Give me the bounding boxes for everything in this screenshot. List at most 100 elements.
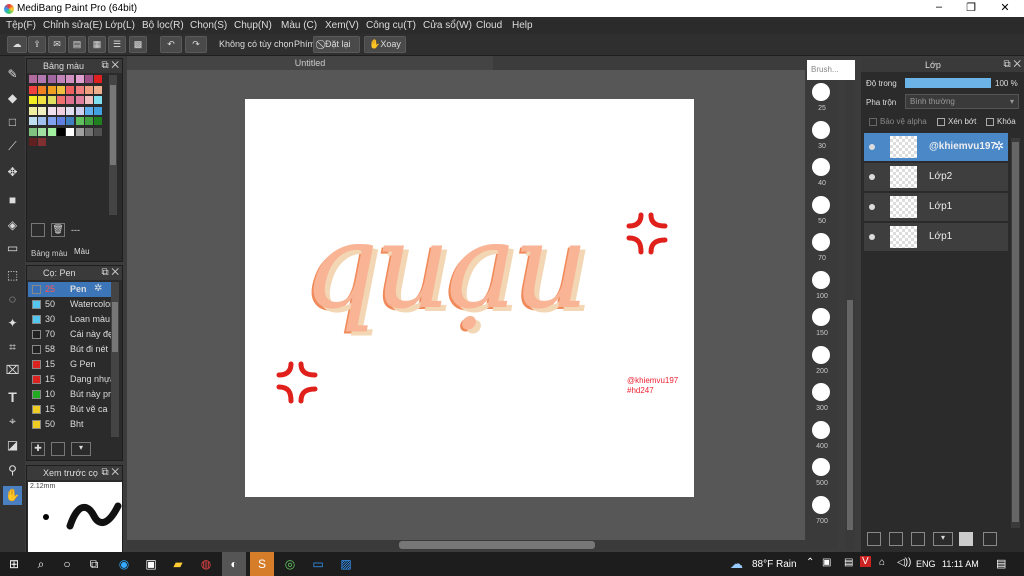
document-icon[interactable]: ▦ <box>88 36 106 53</box>
color-swatch[interactable] <box>84 85 93 94</box>
color-swatch[interactable] <box>29 96 37 104</box>
brush-tool-icon[interactable]: ✎ <box>3 65 22 84</box>
color-swatch[interactable] <box>47 75 56 83</box>
brush-size-dot[interactable] <box>812 420 830 439</box>
menu-tools[interactable]: Công cụ(T) <box>366 20 416 31</box>
color-swatch[interactable] <box>66 85 75 94</box>
layer-row[interactable]: Lớp2 <box>864 163 1008 192</box>
color-swatch[interactable] <box>29 117 37 125</box>
weather-text[interactable]: 88°F Rain <box>752 559 797 570</box>
color-swatch[interactable] <box>75 75 84 83</box>
color-swatch[interactable] <box>75 106 84 115</box>
color-swatch[interactable] <box>84 117 93 125</box>
layer-row[interactable]: @khiemvu197 ✲ <box>864 133 1008 162</box>
horizontal-scrollbar[interactable] <box>127 540 805 550</box>
blend-select[interactable]: Bình thường ▾ <box>905 94 1019 109</box>
brush-size-dot[interactable] <box>812 233 830 251</box>
color-swatch[interactable] <box>56 127 65 136</box>
color-swatch[interactable] <box>29 106 37 115</box>
grid-icon[interactable]: ▩ <box>129 36 147 53</box>
color-swatch[interactable] <box>75 85 84 94</box>
brush-size-dot[interactable] <box>812 195 830 214</box>
folder-icon[interactable] <box>959 532 973 546</box>
brush-size-dot[interactable] <box>812 345 830 364</box>
clock[interactable]: 11:11 AM <box>942 559 979 569</box>
cortana-icon[interactable]: ○ <box>59 556 75 572</box>
panel-close-icon[interactable]: ⧉ ✕ <box>101 266 119 280</box>
brush-size-dot[interactable] <box>812 270 830 289</box>
eye-icon[interactable] <box>869 234 875 240</box>
language-indicator[interactable]: ENG <box>916 559 936 569</box>
comment-icon[interactable]: ✉ <box>48 36 66 53</box>
zoom-icon[interactable]: ▭ <box>310 556 326 572</box>
brush-item[interactable]: 50 Bht <box>28 417 111 432</box>
color-swatch[interactable] <box>66 106 75 115</box>
maximize-button[interactable]: ❐ <box>956 1 986 14</box>
add-layer-menu-icon[interactable]: ▾ <box>933 532 953 546</box>
tab-palette[interactable]: Bảng màu <box>31 249 67 258</box>
close-button[interactable]: ✕ <box>990 1 1020 14</box>
color-swatch[interactable] <box>47 85 56 94</box>
delete-icon[interactable]: 🗑 <box>51 223 65 237</box>
brush-item[interactable]: 15 G Pen <box>28 357 111 372</box>
color-swatch[interactable] <box>29 85 37 94</box>
color-swatch[interactable] <box>66 96 75 104</box>
brush-size-dot[interactable] <box>812 158 830 176</box>
eye-icon[interactable] <box>869 174 875 180</box>
color-swatch[interactable] <box>94 85 103 94</box>
bucket-tool-icon[interactable]: ◈ <box>3 216 22 235</box>
skype-icon[interactable]: S <box>250 552 274 576</box>
color-swatch[interactable] <box>29 138 37 146</box>
tray-v-icon[interactable]: V <box>860 556 871 567</box>
document-tab[interactable]: Untitled <box>127 56 493 70</box>
clip-checkbox[interactable] <box>937 118 945 126</box>
color-swatch[interactable] <box>38 127 47 136</box>
brush-size-scrollbar[interactable] <box>845 80 855 550</box>
color-swatch[interactable] <box>56 75 65 83</box>
medibang-taskbar-icon[interactable]: ◐ <box>222 552 246 576</box>
duplicate-layer-icon[interactable] <box>889 532 903 546</box>
color-swatch[interactable] <box>38 106 47 115</box>
color-swatch[interactable] <box>94 127 103 136</box>
rotate-button[interactable]: ✋Xoay <box>364 36 406 53</box>
add-brush-icon[interactable]: ✚ <box>31 442 45 456</box>
tray-app-icon[interactable]: ▣ <box>822 557 831 568</box>
new-layer-icon[interactable] <box>867 532 881 546</box>
brush-item[interactable]: 15 Dạng nhựa <box>28 372 111 387</box>
color-swatch[interactable] <box>75 127 84 136</box>
chat-icon[interactable]: ▤ <box>68 36 86 53</box>
canvas-paper[interactable]: quạu @khiemvu197 #hd247 <box>245 99 694 497</box>
menu-cloud[interactable]: Cloud <box>476 20 502 31</box>
magic-wand-icon[interactable]: ✦ <box>3 314 22 333</box>
color-swatch[interactable] <box>75 117 84 125</box>
color-swatch[interactable] <box>38 85 47 94</box>
brush-size-dot[interactable] <box>812 383 830 401</box>
panel-close-icon[interactable]: ⧉ ✕ <box>101 466 119 480</box>
file-explorer-icon[interactable]: ▰ <box>170 556 186 572</box>
brush-scrollbar[interactable] <box>111 282 119 437</box>
gear-icon[interactable]: ✲ <box>94 283 102 294</box>
menu-edit[interactable]: Chỉnh sửa(E) <box>43 20 103 31</box>
brush-item[interactable]: 15 Bút vẽ ca <box>28 402 111 417</box>
brush-item[interactable]: 25 Pen ✲ <box>28 282 111 297</box>
notification-icon[interactable]: ▤ <box>996 557 1006 570</box>
color-swatches[interactable] <box>29 75 105 151</box>
select-rect-icon[interactable]: ⬚ <box>3 266 22 285</box>
task-view-icon[interactable]: ⧉ <box>86 556 102 572</box>
eraser-tool-icon[interactable]: ◆ <box>3 89 22 108</box>
select-eraser-icon[interactable]: ⌧ <box>3 361 22 380</box>
menu-filter[interactable]: Bộ lọc(R) <box>142 20 184 31</box>
layer-row[interactable]: Lớp1 <box>864 223 1008 252</box>
chrome-icon[interactable]: ◍ <box>198 556 214 572</box>
brush-size-dot[interactable] <box>812 458 830 476</box>
line-tool-icon[interactable]: ⟋ <box>3 137 22 156</box>
color-swatch[interactable] <box>29 127 37 136</box>
color-swatch[interactable] <box>56 106 65 115</box>
menu-window[interactable]: Cửa sổ(W) <box>423 20 472 31</box>
color-swatch[interactable] <box>94 75 103 83</box>
palette-name-field[interactable]: --- <box>71 225 80 235</box>
redo-icon[interactable]: ↷ <box>185 36 207 53</box>
eyedropper-icon[interactable]: ⚲ <box>3 461 22 480</box>
color-swatch[interactable] <box>38 117 47 125</box>
menu-file[interactable]: Tệp(F) <box>6 20 36 31</box>
